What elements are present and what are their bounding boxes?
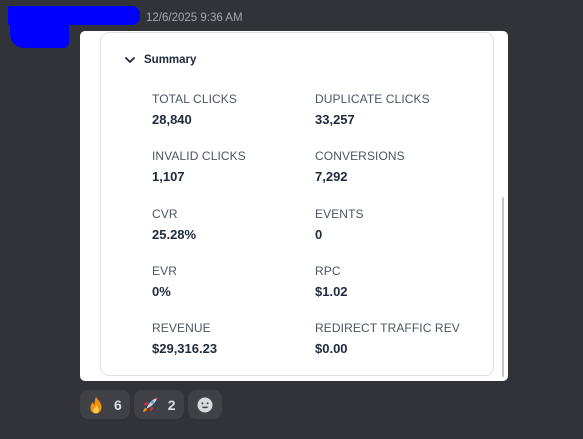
rocket-icon: [142, 397, 158, 412]
metric-value: 0: [315, 227, 323, 242]
metric-value: $29,316.23: [152, 341, 218, 356]
metric-revenue: REVENUE $29,316.23: [152, 321, 217, 356]
metric-label: INVALID CLICKS: [152, 149, 246, 163]
metric-label: CONVERSIONS: [315, 149, 405, 163]
metric-evr: EVR 0%: [152, 264, 177, 299]
reaction-bar: 6 2: [80, 390, 226, 419]
metric-value: $1.02: [315, 284, 348, 299]
embed-scrollbar[interactable]: [502, 197, 504, 377]
summary-panel: Summary TOTAL CLICKS 28,840 DUPLICATE CL…: [100, 32, 494, 376]
metric-value: 28,840: [152, 112, 192, 127]
metric-value: 7,292: [315, 169, 348, 184]
metric-label: TOTAL CLICKS: [152, 92, 238, 106]
message-timestamp[interactable]: 12/6/2025 9:36 AM: [146, 12, 243, 24]
metric-label: DUPLICATE CLICKS: [315, 92, 430, 106]
metric-rpc: RPC $1.02: [315, 264, 348, 299]
metric-label: REDIRECT TRAFFIC REV: [315, 321, 460, 335]
smiley-icon: [197, 397, 213, 412]
reaction-fire[interactable]: 6: [80, 390, 130, 419]
metric-label: REVENUE: [152, 321, 211, 335]
reaction-rocket[interactable]: 2: [133, 390, 184, 419]
metric-duplicate-clicks: DUPLICATE CLICKS 33,257: [315, 92, 430, 127]
metric-events: EVENTS 0: [315, 207, 364, 242]
metric-redirect-traffic-rev: REDIRECT TRAFFIC REV $0.00: [315, 321, 460, 356]
metric-value: 1,107: [152, 169, 185, 184]
metric-label: RPC: [315, 264, 341, 278]
metric-label: EVENTS: [315, 207, 364, 221]
metric-value: 0%: [152, 284, 171, 299]
metric-value: $0.00: [315, 341, 348, 356]
metric-value: 25.28%: [152, 227, 197, 242]
metric-cvr: CVR 25.28%: [152, 207, 196, 242]
metric-label: CVR: [152, 207, 178, 221]
fire-icon: [90, 396, 102, 413]
chevron-down-icon: [125, 57, 135, 63]
metric-conversions: CONVERSIONS 7,292: [315, 149, 405, 184]
summary-title: Summary: [144, 54, 197, 66]
reaction-count: 2: [167, 396, 176, 413]
metric-value: 33,257: [315, 112, 355, 127]
metric-label: EVR: [152, 264, 177, 278]
metric-total-clicks: TOTAL CLICKS 28,840: [152, 92, 237, 127]
metric-invalid-clicks: INVALID CLICKS 1,107: [152, 149, 246, 184]
redacted-avatar: [10, 12, 69, 48]
embed-card: Summary TOTAL CLICKS 28,840 DUPLICATE CL…: [80, 31, 508, 381]
add-reaction-button[interactable]: [187, 390, 222, 419]
reaction-count: 6: [114, 396, 122, 413]
summary-toggle[interactable]: Summary: [123, 53, 196, 67]
